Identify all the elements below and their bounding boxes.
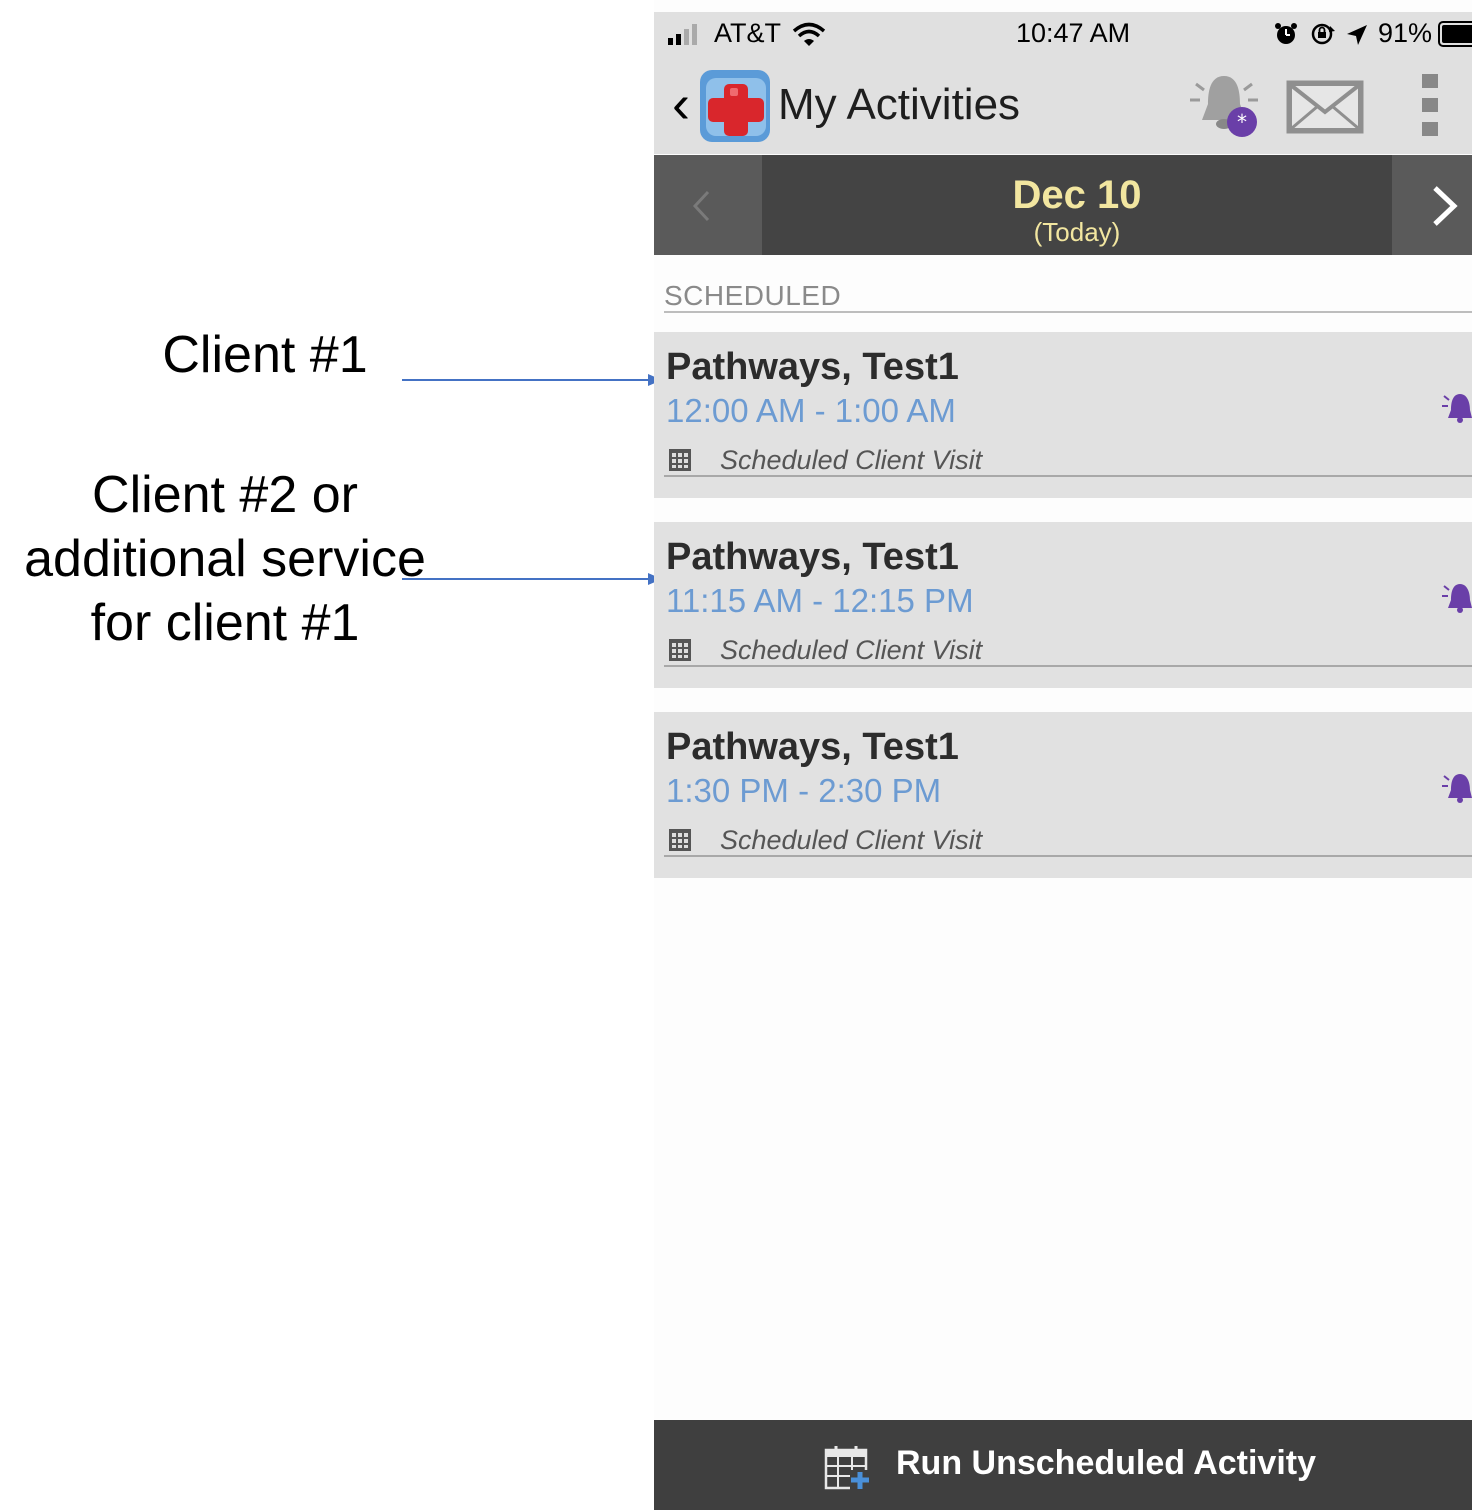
calendar-icon xyxy=(669,639,691,661)
section-header: SCHEDULED xyxy=(664,280,842,311)
calendar-icon xyxy=(669,449,691,471)
card-divider xyxy=(664,475,1472,477)
battery-icon xyxy=(1438,21,1472,47)
mail-icon[interactable] xyxy=(1286,78,1366,136)
notification-bell-icon[interactable]: * xyxy=(1186,70,1264,142)
annotation-client-2: Client #2 or additional service for clie… xyxy=(24,466,426,652)
back-button[interactable]: ‹ xyxy=(672,74,690,134)
activity-card[interactable]: Pathways, Test1 1:30 PM - 2:30 PM Schedu… xyxy=(654,712,1472,878)
chevron-right-icon xyxy=(1433,186,1458,226)
carrier-label: AT&T xyxy=(714,18,781,48)
current-date: Dec 10 (Today) xyxy=(762,155,1392,255)
alarm-icon xyxy=(1275,23,1297,44)
client-name: Pathways, Test1 xyxy=(666,536,959,578)
more-menu-icon[interactable] xyxy=(1414,72,1444,142)
rotation-lock-icon xyxy=(1311,23,1335,45)
calendar-icon xyxy=(669,829,691,851)
wifi-icon xyxy=(792,22,826,46)
activity-time: 1:30 PM - 2:30 PM xyxy=(666,772,942,809)
previous-day-button[interactable] xyxy=(654,155,762,255)
activity-type: Scheduled Client Visit xyxy=(720,825,983,855)
run-unscheduled-activity-button[interactable]: Run Unscheduled Activity xyxy=(654,1420,1472,1510)
calendar-add-icon xyxy=(824,1446,870,1490)
date-navigation: Dec 10 (Today) xyxy=(654,155,1472,255)
reminder-bell-icon[interactable] xyxy=(1442,390,1472,424)
app-header: ‹ My Activities * xyxy=(654,56,1472,154)
next-day-button[interactable] xyxy=(1392,155,1472,255)
annotation-client-1: Client #1 xyxy=(162,326,368,384)
chevron-left-icon xyxy=(692,190,710,222)
activity-time: 12:00 AM - 1:00 AM xyxy=(666,392,956,429)
phone-screen: AT&T 10:47 AM 91% ‹ My Activities * Dec … xyxy=(654,0,1472,1510)
app-logo-icon xyxy=(700,70,770,142)
clock-label: 10:47 AM xyxy=(1016,18,1131,48)
card-divider xyxy=(664,855,1472,857)
activity-card[interactable]: Pathways, Test1 11:15 AM - 12:15 PM Sche… xyxy=(654,522,1472,688)
date-subtitle: (Today) xyxy=(1033,217,1121,247)
signal-icon xyxy=(668,24,697,45)
activity-time: 11:15 AM - 12:15 PM xyxy=(666,582,974,619)
reminder-bell-icon[interactable] xyxy=(1442,580,1472,614)
status-bar: AT&T 10:47 AM 91% xyxy=(654,12,1472,56)
activity-type: Scheduled Client Visit xyxy=(720,635,983,665)
client-name: Pathways, Test1 xyxy=(666,346,959,388)
annotation-arrow-2 xyxy=(402,573,662,585)
date-title: Dec 10 xyxy=(1012,173,1142,217)
svg-text:*: * xyxy=(1237,110,1247,134)
battery-percent: 91% xyxy=(1378,18,1433,48)
activity-type: Scheduled Client Visit xyxy=(720,445,983,475)
section-divider xyxy=(664,311,1472,313)
annotation-arrow-1 xyxy=(402,374,662,386)
page-title: My Activities xyxy=(778,80,1021,129)
card-divider xyxy=(664,665,1472,667)
run-unscheduled-activity-label: Run Unscheduled Activity xyxy=(896,1444,1317,1482)
activity-card[interactable]: Pathways, Test1 12:00 AM - 1:00 AM Sched… xyxy=(654,332,1472,498)
location-icon xyxy=(1347,25,1367,45)
client-name: Pathways, Test1 xyxy=(666,726,959,768)
reminder-bell-icon[interactable] xyxy=(1442,770,1472,804)
